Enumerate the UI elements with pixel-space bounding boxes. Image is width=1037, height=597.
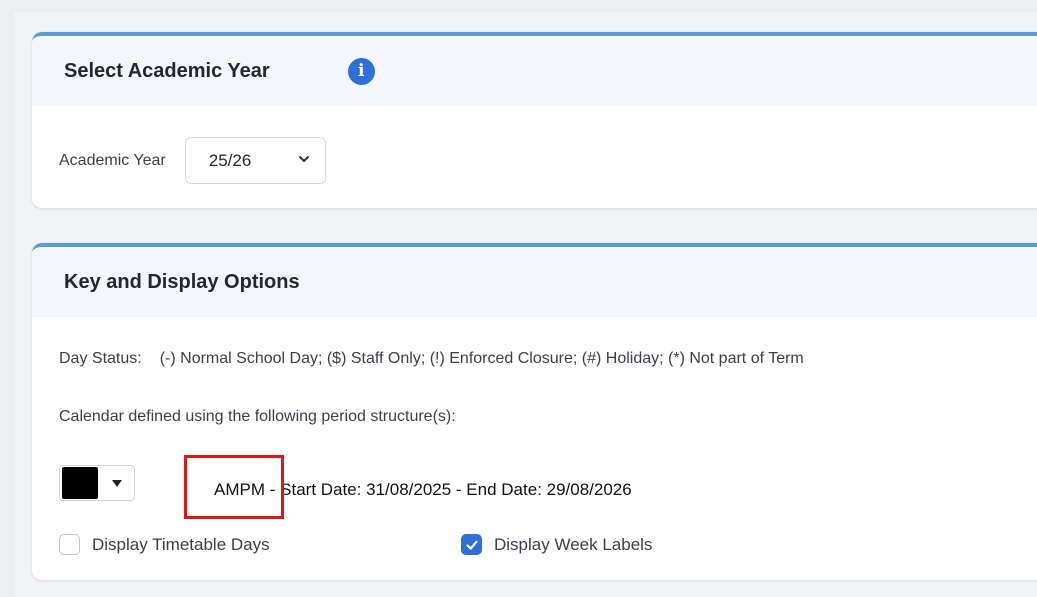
highlight-box xyxy=(184,455,284,519)
checkmark-icon xyxy=(465,540,478,550)
panel-title: Select Academic Year xyxy=(64,59,270,82)
academic-year-row: Academic Year 25/26 xyxy=(59,137,326,184)
academic-year-select[interactable]: 25/26 xyxy=(184,137,326,184)
key-panel-header: Key and Display Options xyxy=(32,247,1037,317)
info-icon[interactable]: i xyxy=(347,57,375,85)
chevron-down-icon xyxy=(298,156,309,162)
structure-dates: Start Date: 31/08/2025 - End Date: 29/08… xyxy=(280,480,632,499)
academic-year-label: Academic Year xyxy=(59,151,166,169)
academic-year-panel: Select Academic Year i Academic Year 25/… xyxy=(32,32,1037,208)
day-status-key: (-) Normal School Day; ($) Staff Only; (… xyxy=(159,350,804,367)
top-background-strip xyxy=(0,0,1037,12)
display-timetable-days-checkbox[interactable] xyxy=(59,534,80,555)
period-structure-intro: Calendar defined using the following per… xyxy=(59,408,456,425)
display-week-labels-option[interactable]: Display Week Labels xyxy=(461,534,652,555)
display-timetable-days-option[interactable]: Display Timetable Days xyxy=(59,534,270,555)
display-week-labels-label: Display Week Labels xyxy=(494,534,653,554)
academic-year-panel-header: Select Academic Year i xyxy=(32,36,1037,106)
colour-picker[interactable] xyxy=(59,465,135,501)
day-status-row: Day Status: (-) Normal School Day; ($) St… xyxy=(59,350,804,368)
key-display-options-panel: Key and Display Options Day Status: (-) N… xyxy=(32,243,1037,580)
caret-down-icon xyxy=(112,479,122,487)
academic-year-value: 25/26 xyxy=(208,150,252,170)
display-timetable-days-label: Display Timetable Days xyxy=(92,534,270,554)
colour-swatch xyxy=(62,467,98,499)
left-background-strip xyxy=(0,0,14,597)
display-week-labels-checkbox[interactable] xyxy=(461,534,482,555)
panel-title: Key and Display Options xyxy=(64,270,300,293)
day-status-label: Day Status: xyxy=(59,350,142,367)
